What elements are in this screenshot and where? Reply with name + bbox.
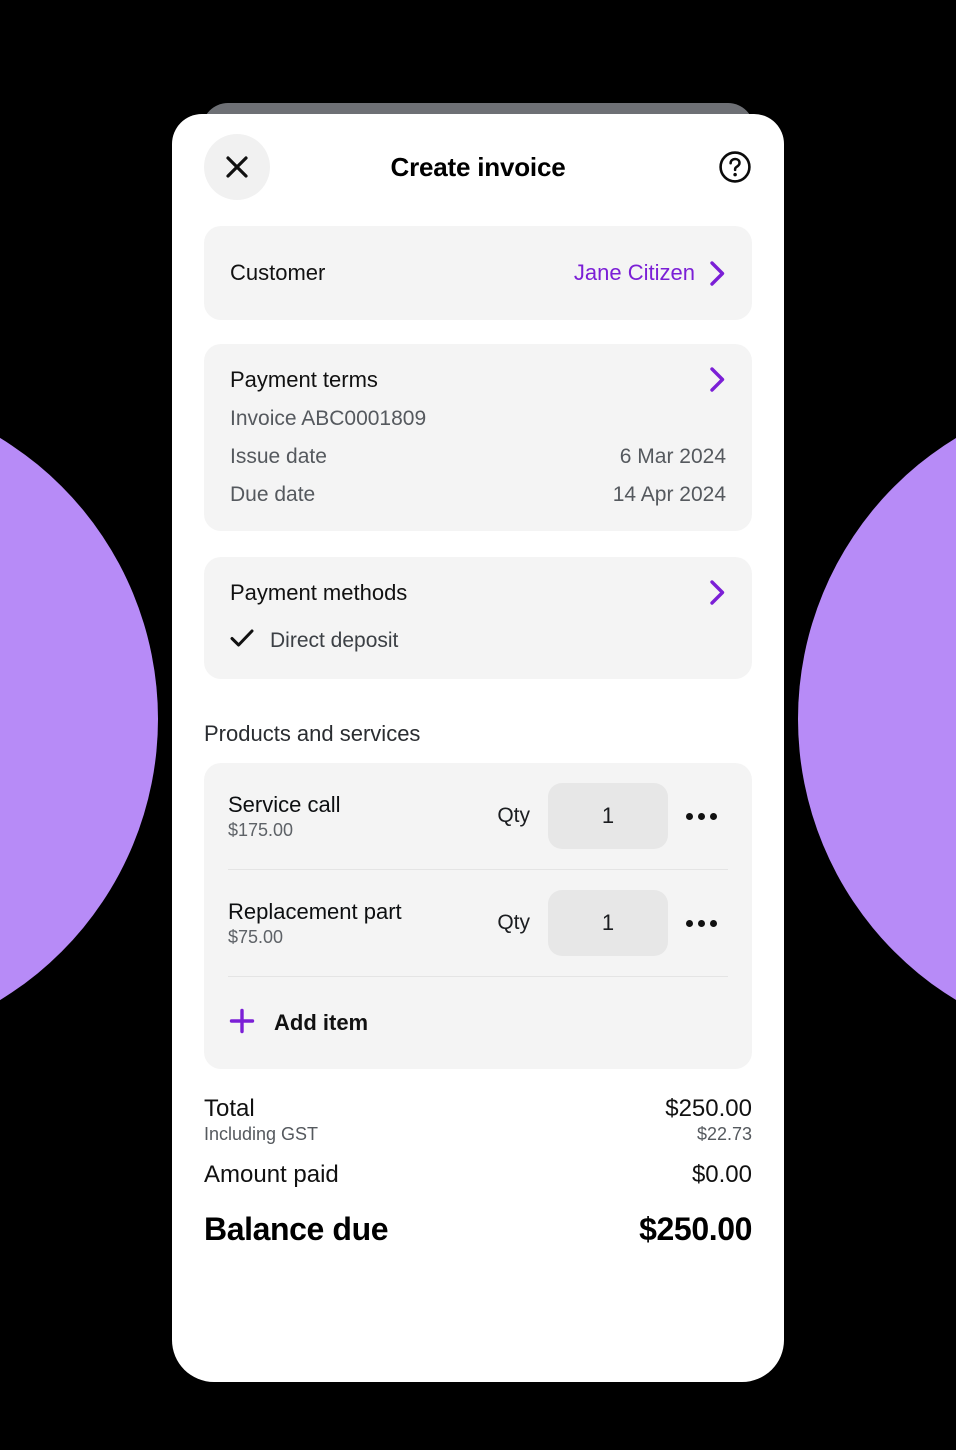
- amount-paid-row: Amount paid $0.00: [204, 1161, 752, 1189]
- chevron-right-icon: [709, 366, 726, 393]
- tax-label: Including GST: [204, 1124, 319, 1144]
- payment-terms-header[interactable]: Payment terms: [230, 366, 726, 393]
- total-label: Total: [204, 1095, 255, 1122]
- line-item-texts: Service call $175.00: [228, 791, 497, 842]
- balance-due-label: Balance due: [204, 1211, 389, 1247]
- ellipsis-icon: [685, 812, 717, 820]
- due-date-value: 14 Apr 2024: [612, 483, 726, 506]
- payment-method-direct-deposit[interactable]: Direct deposit: [230, 628, 726, 653]
- page-root: Create invoice Customer Jane Citizen Pay…: [0, 0, 956, 1450]
- help-circle-icon: [718, 150, 752, 184]
- line-item-more-button[interactable]: [674, 812, 728, 820]
- sheet-header: Create invoice: [204, 114, 752, 220]
- invoice-sheet: Create invoice Customer Jane Citizen Pay…: [172, 114, 784, 1382]
- decorative-purple-circle-left: [0, 390, 158, 1048]
- balance-due-row: Balance due $250.00: [204, 1211, 752, 1248]
- tax-value: $22.73: [696, 1124, 752, 1144]
- total-value: $250.00: [665, 1095, 752, 1122]
- close-icon: [224, 154, 250, 180]
- payment-terms-title: Payment terms: [230, 366, 378, 392]
- payment-methods-card: Payment methods Direct deposit: [204, 557, 752, 679]
- due-date-label: Due date: [230, 483, 316, 506]
- customer-value-group: Jane Citizen: [574, 260, 726, 287]
- customer-value: Jane Citizen: [573, 260, 695, 285]
- total-row: Total $250.00: [204, 1095, 752, 1123]
- amount-paid-label: Amount paid: [204, 1161, 339, 1188]
- issue-date-row: Issue date 6 Mar 2024: [230, 445, 726, 469]
- line-item-price: $75.00: [228, 927, 284, 948]
- payment-methods-title: Payment methods: [230, 579, 408, 605]
- tax-row: Including GST $22.73: [204, 1124, 752, 1145]
- line-item-name: Service call: [228, 791, 341, 817]
- issue-date-value: 6 Mar 2024: [619, 445, 726, 468]
- line-item-texts: Replacement part $75.00: [228, 898, 497, 949]
- line-item-more-button[interactable]: [674, 919, 728, 927]
- add-item-button[interactable]: Add item: [228, 977, 728, 1069]
- line-item[interactable]: Replacement part $75.00 Qty 1: [228, 870, 728, 976]
- payment-method-label: Direct deposit: [270, 628, 399, 652]
- due-date-row: Due date 14 Apr 2024: [230, 483, 726, 507]
- issue-date-label: Issue date: [230, 445, 327, 468]
- qty-value: 1: [601, 910, 615, 935]
- payment-methods-header[interactable]: Payment methods: [230, 579, 726, 606]
- decorative-purple-circle-right: [798, 390, 956, 1048]
- totals-section: Total $250.00 Including GST $22.73 Amoun…: [204, 1095, 752, 1248]
- qty-value: 1: [601, 803, 615, 828]
- add-item-label: Add item: [274, 1010, 369, 1035]
- amount-paid-value: $0.00: [691, 1161, 752, 1188]
- balance-due-value: $250.00: [639, 1211, 752, 1247]
- qty-label: Qty: [497, 911, 530, 934]
- help-button[interactable]: [718, 150, 752, 184]
- payment-terms-card: Payment terms Invoice ABC0001809 Issue d…: [204, 344, 752, 531]
- check-icon: [230, 628, 254, 653]
- qty-stepper[interactable]: 1: [548, 783, 668, 849]
- products-section-heading: Products and services: [204, 721, 421, 746]
- line-item-name: Replacement part: [228, 898, 402, 924]
- line-item-price: $175.00: [228, 820, 294, 841]
- products-card: Service call $175.00 Qty 1 Replacement p…: [204, 763, 752, 1069]
- qty-label: Qty: [497, 804, 530, 827]
- customer-row[interactable]: Customer Jane Citizen: [204, 226, 752, 320]
- qty-stepper[interactable]: 1: [548, 890, 668, 956]
- invoice-number: Invoice ABC0001809: [230, 407, 427, 430]
- chevron-right-icon: [709, 579, 726, 606]
- line-item[interactable]: Service call $175.00 Qty 1: [228, 763, 728, 869]
- ellipsis-icon: [685, 919, 717, 927]
- chevron-right-icon: [709, 260, 726, 287]
- plus-icon: [228, 1007, 256, 1040]
- page-title: Create invoice: [390, 151, 566, 182]
- close-button[interactable]: [204, 134, 270, 200]
- customer-label: Customer: [230, 260, 326, 285]
- invoice-number-row: Invoice ABC0001809: [230, 407, 726, 431]
